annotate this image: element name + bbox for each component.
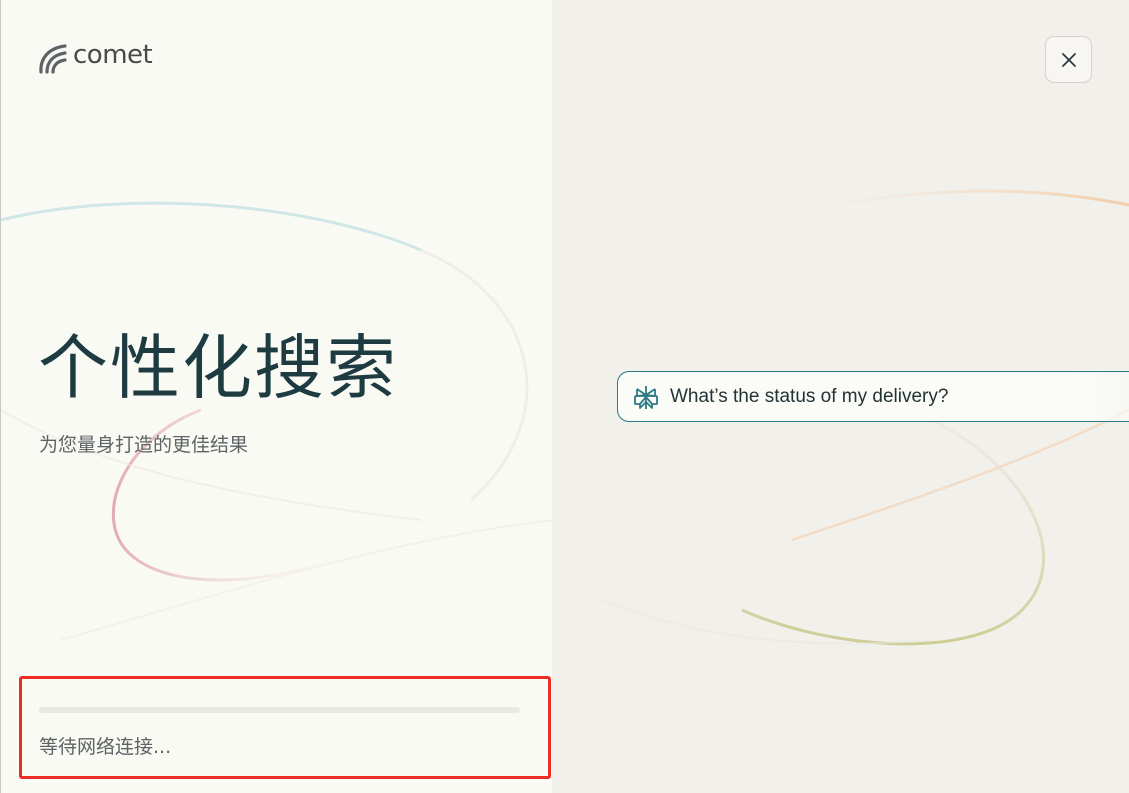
sample-query-text: What’s the status of my delivery? (670, 385, 949, 407)
logo-text: comet (73, 40, 153, 70)
perplexity-icon (634, 385, 658, 409)
left-pane: comet 个性化搜索 为您量身打造的更佳结果 等待网络连接... (0, 0, 552, 793)
comet-logo-icon (39, 44, 67, 74)
page-title: 个性化搜索 (38, 327, 398, 409)
status-text: 等待网络连接... (39, 736, 172, 758)
onboarding-window: comet 个性化搜索 为您量身打造的更佳结果 等待网络连接... What’s… (0, 0, 1129, 793)
page-subtitle: 为您量身打造的更佳结果 (39, 434, 249, 456)
close-icon (1061, 52, 1076, 67)
comet-logo: comet (37, 40, 153, 74)
close-button[interactable] (1045, 36, 1092, 83)
progress-bar (39, 707, 520, 713)
connection-status-panel: 等待网络连接... (19, 676, 551, 779)
sample-query-pill: What’s the status of my delivery? (617, 371, 1129, 422)
